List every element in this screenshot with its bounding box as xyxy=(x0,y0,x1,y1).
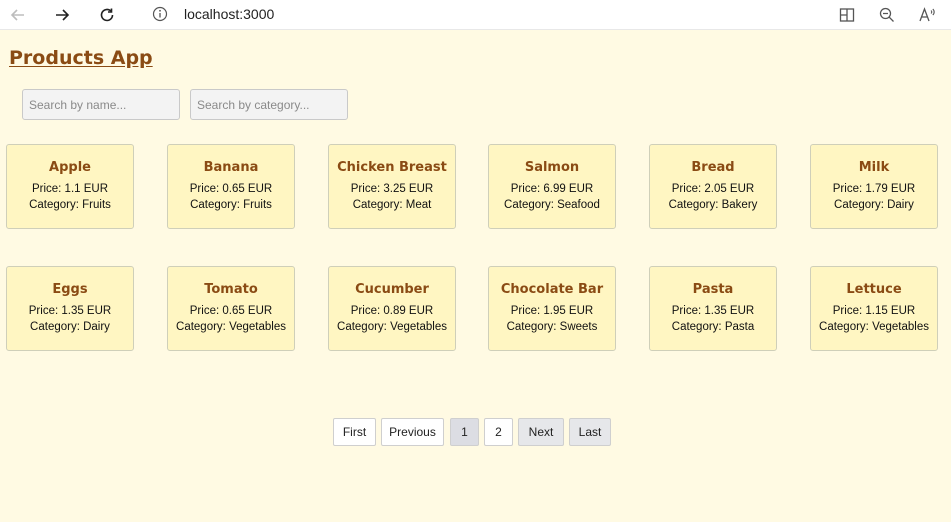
product-category: Category: Bakery xyxy=(668,199,758,211)
read-aloud-button[interactable] xyxy=(916,4,938,26)
page-1-button[interactable]: 1 xyxy=(450,418,479,446)
product-card: Milk Price: 1.79 EUR Category: Dairy xyxy=(810,144,938,229)
product-name: Salmon xyxy=(524,160,580,175)
product-name: Eggs xyxy=(52,282,88,297)
address-bar[interactable]: localhost:3000 xyxy=(136,0,826,28)
product-name: Tomato xyxy=(204,282,258,297)
refresh-icon xyxy=(100,8,114,22)
product-category: Category: Dairy xyxy=(834,199,914,211)
product-category: Category: Vegetables xyxy=(819,321,929,333)
split-screen-icon xyxy=(839,8,855,22)
product-category: Category: Dairy xyxy=(30,321,110,333)
product-price: Price: 0.65 EUR xyxy=(189,183,273,195)
product-category: Category: Vegetables xyxy=(337,321,447,333)
product-price: Price: 2.05 EUR xyxy=(671,183,755,195)
url-text[interactable]: localhost:3000 xyxy=(184,6,274,22)
split-screen-button[interactable] xyxy=(836,4,858,26)
search-name-input[interactable] xyxy=(22,89,180,120)
product-card: Pasta Price: 1.35 EUR Category: Pasta xyxy=(649,266,777,351)
product-price: Price: 0.65 EUR xyxy=(189,305,273,317)
product-price: Price: 1.1 EUR xyxy=(31,183,109,195)
product-price: Price: 0.89 EUR xyxy=(350,305,434,317)
product-card: Eggs Price: 1.35 EUR Category: Dairy xyxy=(6,266,134,351)
previous-page-button[interactable]: Previous xyxy=(381,418,444,446)
product-category: Category: Fruits xyxy=(190,199,272,211)
next-page-button[interactable]: Next xyxy=(518,418,564,446)
product-category: Category: Vegetables xyxy=(176,321,286,333)
product-card: Lettuce Price: 1.15 EUR Category: Vegeta… xyxy=(810,266,938,351)
product-price: Price: 3.25 EUR xyxy=(350,183,434,195)
product-card: Apple Price: 1.1 EUR Category: Fruits xyxy=(6,144,134,229)
zoom-out-button[interactable] xyxy=(876,4,898,26)
product-price: Price: 1.79 EUR xyxy=(832,183,916,195)
product-price: Price: 1.95 EUR xyxy=(510,305,594,317)
product-name: Chicken Breast xyxy=(337,160,447,175)
product-card: Bread Price: 2.05 EUR Category: Bakery xyxy=(649,144,777,229)
product-name: Bread xyxy=(691,160,735,175)
product-category: Category: Seafood xyxy=(504,199,600,211)
product-name: Lettuce xyxy=(846,282,902,297)
browser-toolbar: localhost:3000 xyxy=(0,0,951,30)
last-page-button[interactable]: Last xyxy=(569,418,611,446)
product-name: Banana xyxy=(203,160,259,175)
product-category: Category: Meat xyxy=(352,199,432,211)
zoom-out-icon xyxy=(879,7,894,22)
product-category: Category: Sweets xyxy=(506,321,598,333)
product-name: Apple xyxy=(49,160,91,175)
back-button[interactable] xyxy=(6,3,30,27)
page-title: Products App xyxy=(9,47,153,69)
product-category: Category: Pasta xyxy=(671,321,755,333)
product-card: Tomato Price: 0.65 EUR Category: Vegetab… xyxy=(167,266,295,351)
product-card: Chocolate Bar Price: 1.95 EUR Category: … xyxy=(488,266,616,351)
product-card: Banana Price: 0.65 EUR Category: Fruits xyxy=(167,144,295,229)
product-card: Salmon Price: 6.99 EUR Category: Seafood xyxy=(488,144,616,229)
product-price: Price: 1.35 EUR xyxy=(28,305,112,317)
refresh-button[interactable] xyxy=(95,3,119,27)
product-card: Chicken Breast Price: 3.25 EUR Category:… xyxy=(328,144,456,229)
forward-arrow-icon xyxy=(56,9,70,21)
product-name: Chocolate Bar xyxy=(500,282,604,297)
back-arrow-icon xyxy=(10,9,24,21)
page-2-button[interactable]: 2 xyxy=(484,418,513,446)
info-icon[interactable] xyxy=(152,6,168,22)
product-price: Price: 1.15 EUR xyxy=(832,305,916,317)
product-name: Pasta xyxy=(692,282,734,297)
product-name: Milk xyxy=(858,160,890,175)
product-name: Cucumber xyxy=(355,282,429,297)
product-category: Category: Fruits xyxy=(29,199,111,211)
first-page-button[interactable]: First xyxy=(333,418,376,446)
search-category-input[interactable] xyxy=(190,89,348,120)
product-card: Cucumber Price: 0.89 EUR Category: Veget… xyxy=(328,266,456,351)
read-aloud-icon xyxy=(919,7,935,22)
product-price: Price: 1.35 EUR xyxy=(671,305,755,317)
forward-button[interactable] xyxy=(50,3,74,27)
product-price: Price: 6.99 EUR xyxy=(510,183,594,195)
